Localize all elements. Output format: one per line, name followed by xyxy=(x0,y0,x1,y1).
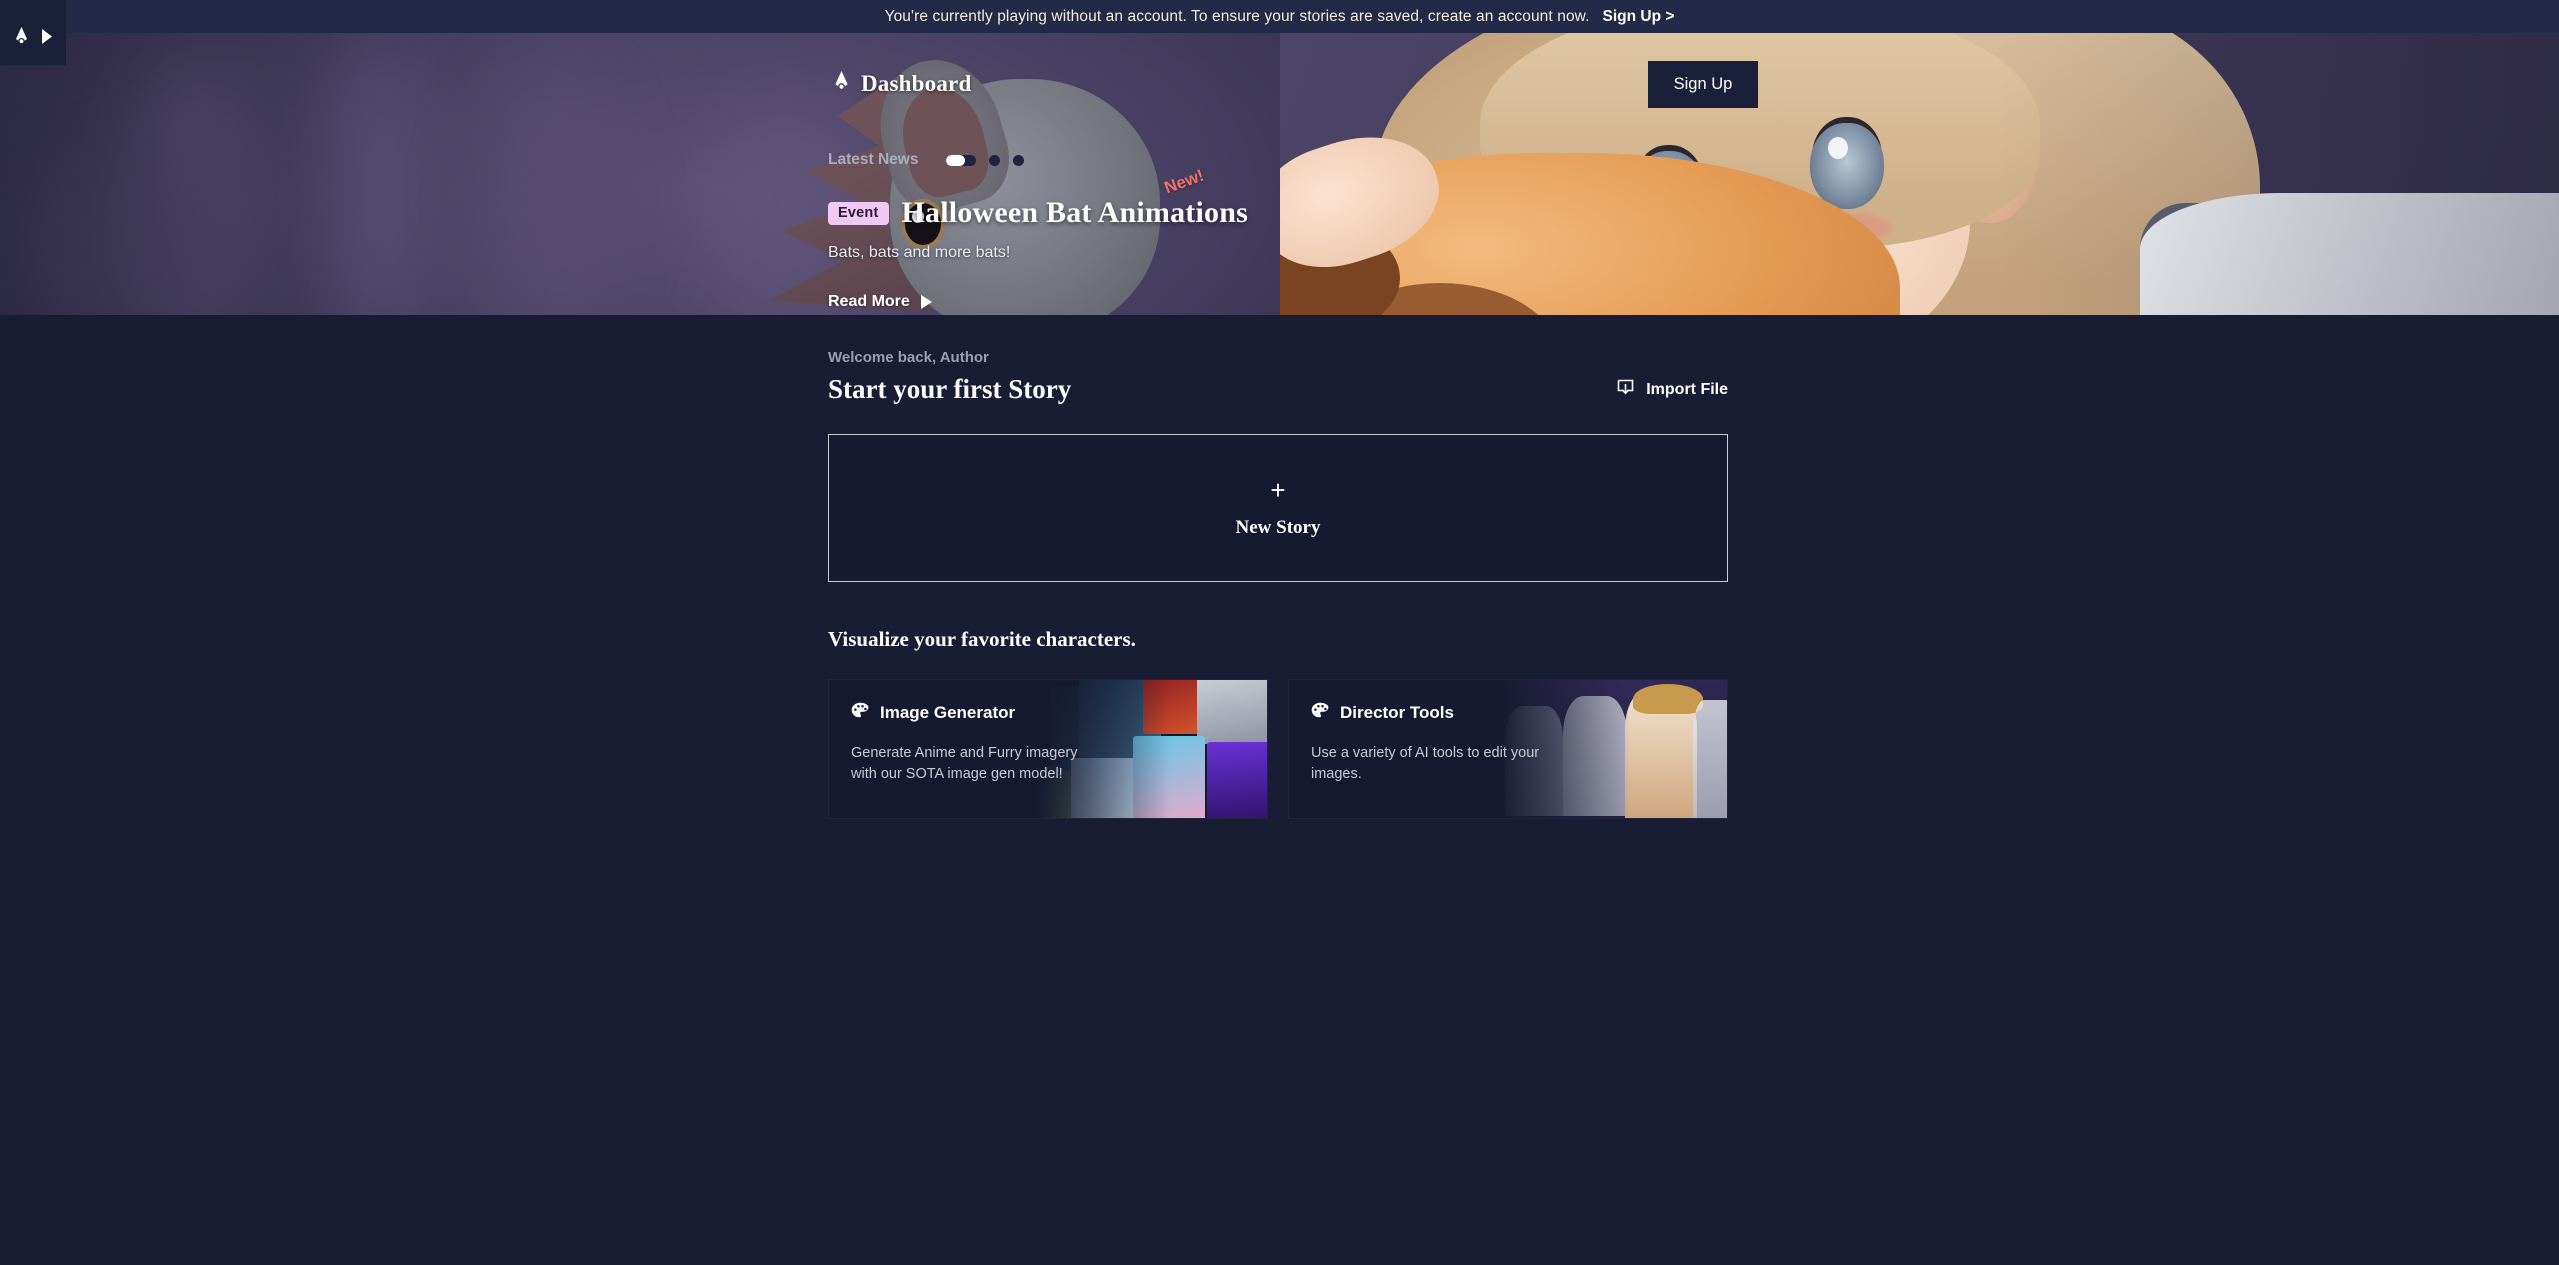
news-carousel-indicators xyxy=(946,154,1025,166)
thumbnail-figure xyxy=(1693,700,1727,818)
signup-button[interactable]: Sign Up xyxy=(1648,61,1758,108)
thumbnail-figure xyxy=(1625,690,1697,818)
carousel-indicator[interactable] xyxy=(1013,154,1025,166)
account-notice-banner: You're currently playing without an acco… xyxy=(0,0,2559,33)
novelai-pen-nib-icon[interactable] xyxy=(14,26,29,51)
account-notice-text: You're currently playing without an acco… xyxy=(884,7,1590,25)
thumbnail-tile xyxy=(1197,680,1267,744)
welcome-text: Welcome back, Author xyxy=(828,349,989,366)
palette-icon xyxy=(1311,702,1329,723)
thumbnail-figure xyxy=(1563,696,1627,816)
palette-icon xyxy=(851,702,869,723)
page-title: Dashboard xyxy=(861,71,972,96)
image-generator-text: Image Generator Generate Anime and Furry… xyxy=(829,680,1104,784)
carousel-indicator-active[interactable] xyxy=(946,154,977,166)
thumbnail-tile xyxy=(1207,742,1267,818)
new-story-card[interactable]: + New Story xyxy=(828,434,1728,582)
news-headline-row: Event Halloween Bat Animations New! xyxy=(828,166,1248,230)
news-title: Halloween Bat Animations xyxy=(901,196,1248,229)
corner-controls xyxy=(0,0,66,65)
director-tools-head: Director Tools xyxy=(1311,702,1564,723)
image-generator-description: Generate Anime and Furry imagery with ou… xyxy=(851,745,1078,782)
start-story-title: Start your first Story xyxy=(828,374,1072,404)
image-generator-card[interactable]: Image Generator Generate Anime and Furry… xyxy=(828,679,1268,819)
hero-artwork xyxy=(0,33,2559,315)
image-generator-head: Image Generator xyxy=(851,702,1104,723)
director-tools-card[interactable]: Director Tools Use a variety of AI tools… xyxy=(1288,679,1728,819)
main-content: Welcome back, Author Start your first St… xyxy=(0,315,2559,1265)
expand-sidebar-triangle-icon[interactable] xyxy=(41,28,53,49)
content-column: Welcome back, Author Start your first St… xyxy=(828,315,1728,819)
image-generator-name: Image Generator xyxy=(880,702,1016,722)
read-more-button[interactable]: Read More xyxy=(828,293,932,311)
import-file-icon xyxy=(1617,379,1634,401)
banner-signup-link[interactable]: Sign Up > xyxy=(1603,8,1675,26)
hero-vignette xyxy=(0,33,2559,315)
account-notice-inner: You're currently playing without an acco… xyxy=(885,8,1675,26)
thumbnail-figure-hat xyxy=(1633,684,1703,714)
thumbnail-tile xyxy=(1143,680,1205,734)
news-badge: Event xyxy=(828,201,889,225)
hero-banner: Dashboard Sign Up Latest News Event Hall… xyxy=(0,33,2559,315)
director-tools-description: Use a variety of AI tools to edit your i… xyxy=(1311,745,1540,782)
read-more-label: Read More xyxy=(828,293,910,310)
new-story-label: New Story xyxy=(1235,517,1321,538)
director-tools-name: Director Tools xyxy=(1340,702,1454,722)
plus-icon: + xyxy=(1270,475,1286,505)
thumbnail-tile xyxy=(1133,736,1205,818)
novelai-pen-nib-icon xyxy=(833,71,850,97)
director-tools-text: Director Tools Use a variety of AI tools… xyxy=(1289,680,1564,784)
start-story-header: Start your first Story Import File xyxy=(828,374,1728,405)
news-new-flag: New! xyxy=(1161,165,1207,198)
news-description: Bats, bats and more bats! xyxy=(828,244,1011,261)
import-file-button[interactable]: Import File xyxy=(1617,379,1728,405)
tool-cards: Image Generator Generate Anime and Furry… xyxy=(828,679,1728,819)
visualize-section-title: Visualize your favorite characters. xyxy=(828,627,1136,651)
import-file-label: Import File xyxy=(1646,381,1728,398)
page-title-group: Dashboard xyxy=(833,71,971,97)
carousel-indicator[interactable] xyxy=(989,154,1001,166)
triangle-right-icon xyxy=(920,295,932,309)
latest-news-label: Latest News xyxy=(828,151,919,168)
latest-news-header: Latest News xyxy=(828,151,1248,169)
latest-news-block: Latest News Event Halloween Bat Animatio… xyxy=(828,151,1248,311)
